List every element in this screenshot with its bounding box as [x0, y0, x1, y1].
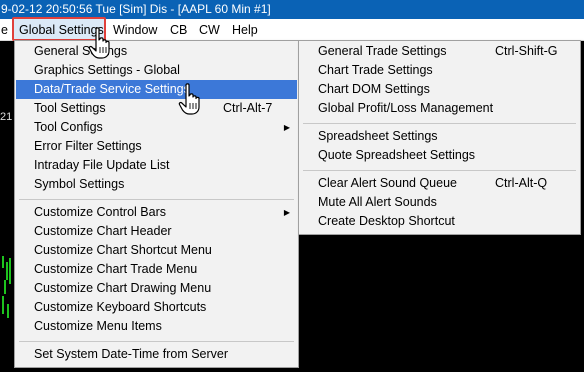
- menu-item-label: Global Profit/Loss Management: [318, 101, 494, 115]
- menu-item-label: Customize Keyboard Shortcuts: [34, 300, 207, 314]
- menu-item-customize-chart-header[interactable]: Customize Chart Header: [15, 222, 298, 241]
- menu-item-label: Error Filter Settings: [34, 139, 142, 153]
- global-settings-menu: General Settings Graphics Settings - Glo…: [14, 40, 299, 368]
- menu-item-label: Tool Configs: [34, 120, 103, 134]
- menu-cb[interactable]: CB: [170, 19, 187, 41]
- menu-item-label: Customize Chart Trade Menu: [34, 262, 198, 276]
- menu-item-label: Customize Chart Shortcut Menu: [34, 243, 212, 257]
- menu-item-label: Create Desktop Shortcut: [318, 214, 455, 228]
- menu-item-label: Customize Menu Items: [34, 319, 162, 333]
- chart-candle: [6, 262, 8, 280]
- menu-item-general-trade-settings[interactable]: General Trade Settings Ctrl-Shift-G: [299, 42, 580, 61]
- menu-item-customize-chart-shortcut-menu[interactable]: Customize Chart Shortcut Menu: [15, 241, 298, 260]
- chart-candle: [7, 304, 9, 318]
- chart-candle: [4, 280, 6, 294]
- menu-item-quote-spreadsheet-settings[interactable]: Quote Spreadsheet Settings: [299, 146, 580, 165]
- menu-item-set-system-date-time[interactable]: Set System Date-Time from Server: [15, 345, 298, 364]
- menu-item-global-profit-loss[interactable]: Global Profit/Loss Management: [299, 99, 580, 118]
- menu-item-label: Mute All Alert Sounds: [318, 195, 437, 209]
- menu-item-shortcut: Ctrl-Alt-7: [223, 101, 273, 115]
- chart-side-label: 21: [0, 111, 13, 123]
- menu-item-graphics-settings-global[interactable]: Graphics Settings - Global: [15, 61, 298, 80]
- menu-item-label: Clear Alert Sound Queue: [318, 176, 457, 190]
- menu-item-tool-configs[interactable]: Tool Configs ▶: [15, 118, 298, 137]
- menu-item-label: Customize Chart Drawing Menu: [34, 281, 212, 295]
- menu-item-create-desktop-shortcut[interactable]: Create Desktop Shortcut: [299, 212, 580, 231]
- menu-item-label: Tool Settings: [34, 101, 106, 115]
- menu-item-shortcut: Ctrl-Shift-G: [495, 44, 558, 58]
- menu-item-tool-settings[interactable]: Tool Settings Ctrl-Alt-7: [15, 99, 298, 118]
- menu-edit[interactable]: e: [1, 19, 8, 41]
- menu-separator: [303, 123, 576, 124]
- menu-item-chart-dom-settings[interactable]: Chart DOM Settings: [299, 80, 580, 99]
- menu-item-label: Graphics Settings - Global: [34, 63, 180, 77]
- menu-item-label: Customize Chart Header: [34, 224, 172, 238]
- menu-item-label: General Trade Settings: [318, 44, 447, 58]
- window-title: 9-02-12 20:50:56 Tue [Sim] Dis - [AAPL 6…: [1, 2, 271, 16]
- menu-item-label: Symbol Settings: [34, 177, 125, 191]
- menu-window[interactable]: Window: [113, 19, 157, 41]
- trade-settings-menu: General Trade Settings Ctrl-Shift-G Char…: [298, 40, 581, 235]
- menu-item-label: Quote Spreadsheet Settings: [318, 148, 476, 162]
- hand-cursor-icon: [178, 83, 200, 115]
- menu-separator: [19, 199, 294, 200]
- menu-item-chart-trade-settings[interactable]: Chart Trade Settings: [299, 61, 580, 80]
- menu-separator: [19, 341, 294, 342]
- menu-item-customize-control-bars[interactable]: Customize Control Bars ▶: [15, 203, 298, 222]
- chart-candle: [9, 258, 11, 284]
- submenu-arrow-icon: ▶: [283, 123, 290, 132]
- menu-item-customize-keyboard-shortcuts[interactable]: Customize Keyboard Shortcuts: [15, 298, 298, 317]
- menu-item-general-settings[interactable]: General Settings: [15, 42, 298, 61]
- menu-item-customize-chart-drawing-menu[interactable]: Customize Chart Drawing Menu: [15, 279, 298, 298]
- menu-item-label: Set System Date-Time from Server: [34, 347, 229, 361]
- menu-cw[interactable]: CW: [199, 19, 220, 41]
- hand-cursor-icon: [88, 27, 110, 59]
- menu-item-customize-chart-trade-menu[interactable]: Customize Chart Trade Menu: [15, 260, 298, 279]
- menu-item-intraday-file-update-list[interactable]: Intraday File Update List: [15, 156, 298, 175]
- menu-item-customize-menu-items[interactable]: Customize Menu Items: [15, 317, 298, 336]
- menu-item-label: Chart Trade Settings: [318, 63, 433, 77]
- menu-item-shortcut: Ctrl-Alt-Q: [495, 176, 548, 190]
- submenu-arrow-icon: ▶: [283, 208, 290, 217]
- chart-candle: [2, 256, 4, 268]
- menu-item-label: Intraday File Update List: [34, 158, 170, 172]
- menu-item-clear-alert-sound-queue[interactable]: Clear Alert Sound Queue Ctrl-Alt-Q: [299, 174, 580, 193]
- menu-item-label: Spreadsheet Settings: [318, 129, 438, 143]
- chart-candle: [2, 296, 4, 314]
- menu-separator: [303, 170, 576, 171]
- menu-item-error-filter-settings[interactable]: Error Filter Settings: [15, 137, 298, 156]
- menu-help[interactable]: Help: [232, 19, 258, 41]
- menu-item-label: Customize Control Bars: [34, 205, 166, 219]
- menu-item-mute-all-alert-sounds[interactable]: Mute All Alert Sounds: [299, 193, 580, 212]
- menu-item-symbol-settings[interactable]: Symbol Settings: [15, 175, 298, 194]
- menu-item-label: Chart DOM Settings: [318, 82, 430, 96]
- menu-item-spreadsheet-settings[interactable]: Spreadsheet Settings: [299, 127, 580, 146]
- menu-item-label: Data/Trade Service Settings: [34, 82, 190, 96]
- menu-item-data-trade-service-settings[interactable]: Data/Trade Service Settings: [16, 80, 297, 99]
